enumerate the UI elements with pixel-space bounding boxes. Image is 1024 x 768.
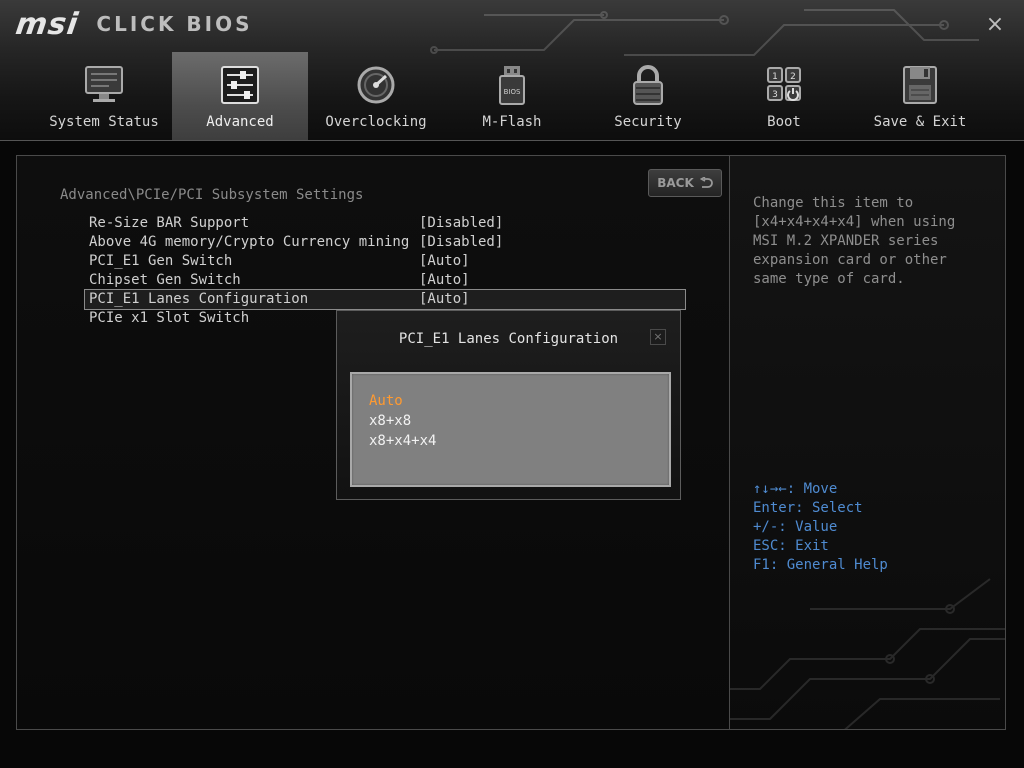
boot-order-icon: 1 2 3 <box>767 67 801 101</box>
option-list: Auto x8+x8 x8+x4+x4 <box>350 372 671 487</box>
return-arrow-icon <box>699 177 713 188</box>
setting-value: [Disabled] <box>419 234 504 250</box>
setting-name: PCI_E1 Gen Switch <box>89 253 233 269</box>
setting-value: [Auto] <box>419 291 470 307</box>
close-icon[interactable]: × <box>650 329 666 345</box>
product-name: CLICK BIOS <box>96 12 253 36</box>
svg-text:2: 2 <box>790 72 796 82</box>
setting-value: [Auto] <box>419 253 470 269</box>
gauge-icon <box>357 66 395 104</box>
circuit-pattern <box>730 578 1005 729</box>
breadcrumb: Advanced\PCIe/PCI Subsystem Settings <box>60 187 364 203</box>
floppy-disk-icon <box>903 66 937 104</box>
main-tabs: System Status Advanced Overclocking BIOS… <box>36 52 988 140</box>
setting-name: PCIe x1 Slot Switch <box>89 310 250 326</box>
setting-name: Above 4G memory/Crypto Currency mining <box>89 234 410 250</box>
circuit-pattern <box>430 9 979 56</box>
tab-label: Save & Exit <box>873 114 967 130</box>
monitor-icon <box>85 66 123 102</box>
setting-name: PCI_E1 Lanes Configuration <box>89 291 309 307</box>
svg-text:BIOS: BIOS <box>504 88 521 96</box>
tab-advanced[interactable]: Advanced <box>172 52 308 140</box>
help-description: Change this item to [x4+x4+x4+x4] when u… <box>753 195 956 287</box>
back-button[interactable]: BACK <box>648 169 722 197</box>
brand: msi CLICK BIOS <box>13 6 253 42</box>
msi-logo: msi <box>13 6 81 42</box>
tab-label: Boot <box>767 114 801 130</box>
option-x8-x4-x4[interactable]: x8+x4+x4 <box>369 433 436 449</box>
tab-label: Advanced <box>206 114 274 130</box>
close-icon[interactable]: × <box>982 12 1008 38</box>
setting-value: [Disabled] <box>419 215 504 231</box>
option-popup: PCI_E1 Lanes Configuration × Auto x8+x8 … <box>336 310 681 500</box>
usb-drive-icon: BIOS <box>499 66 525 105</box>
bios-header: msi CLICK BIOS × System Status Advanced <box>0 0 1024 141</box>
option-x8-x8[interactable]: x8+x8 <box>369 413 411 429</box>
help-panel: Change this item to [x4+x4+x4+x4] when u… <box>729 155 1006 730</box>
tab-label: M-Flash <box>482 114 542 130</box>
tab-label: System Status <box>49 114 159 130</box>
svg-text:1: 1 <box>772 72 778 82</box>
setting-row-above-4g[interactable]: Above 4G memory/Crypto Currency mining [… <box>85 233 685 252</box>
key-hint-move: ↑↓→←: Move <box>753 481 838 497</box>
option-auto[interactable]: Auto <box>369 393 403 409</box>
tab-boot[interactable]: 1 2 3 Boot <box>716 52 852 140</box>
tab-overclocking[interactable]: Overclocking <box>308 52 444 140</box>
padlock-icon <box>633 65 663 105</box>
tab-label: Overclocking <box>325 114 427 130</box>
tab-label: Security <box>614 114 682 130</box>
popup-title: PCI_E1 Lanes Configuration <box>398 331 619 347</box>
setting-name: Chipset Gen Switch <box>89 272 241 288</box>
setting-row-pci-e1-lanes[interactable]: PCI_E1 Lanes Configuration [Auto] <box>84 289 686 310</box>
setting-value: [Auto] <box>419 272 470 288</box>
back-label: BACK <box>657 176 694 190</box>
setting-name: Re-Size BAR Support <box>89 215 250 231</box>
tab-m-flash[interactable]: BIOS M-Flash <box>444 52 580 140</box>
tab-system-status[interactable]: System Status <box>36 52 172 140</box>
tab-security[interactable]: Security <box>580 52 716 140</box>
setting-row-chipset-gen[interactable]: Chipset Gen Switch [Auto] <box>85 271 685 290</box>
svg-text:3: 3 <box>772 90 778 100</box>
setting-row-resize-bar[interactable]: Re-Size BAR Support [Disabled] <box>85 214 685 233</box>
sliders-icon <box>221 66 259 104</box>
tab-save-exit[interactable]: Save & Exit <box>852 52 988 140</box>
key-hint-select: Enter: Select <box>753 500 863 516</box>
setting-row-pci-e1-gen[interactable]: PCI_E1 Gen Switch [Auto] <box>85 252 685 271</box>
